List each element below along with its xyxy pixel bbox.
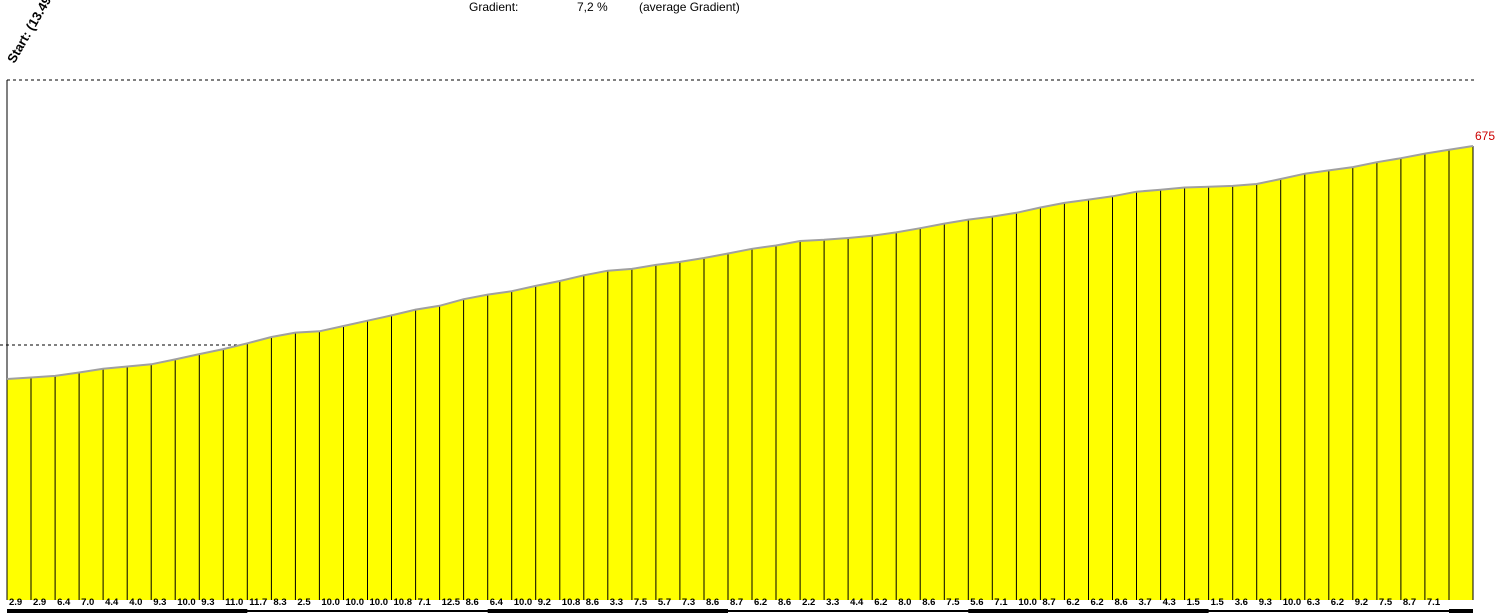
segment-gradient-label: 8.6 (922, 597, 935, 608)
segment-gradient-label: 10.0 (1283, 597, 1302, 608)
distance-bar-block (1449, 609, 1473, 613)
segment-gradient-label: 6.2 (754, 597, 767, 608)
segment-gradient-label: 6.2 (1331, 597, 1344, 608)
segment-gradient-label: 6.4 (57, 597, 71, 608)
segment-gradient-label: 2.5 (297, 597, 311, 608)
segment-gradient-label: 10.8 (394, 597, 413, 608)
segment-gradient-label: 7.1 (1427, 597, 1441, 608)
segment-gradient-label: 10.0 (370, 597, 389, 608)
segment-gradient-label: 9.2 (538, 597, 551, 608)
segment-gradient-label: 4.0 (129, 597, 142, 608)
segment-gradient-label: 8.0 (898, 597, 911, 608)
segment-gradient-label: 4.4 (105, 597, 119, 608)
segment-gradient-label: 2.2 (802, 597, 815, 608)
segment-gradient-label: 9.3 (1259, 597, 1272, 608)
segment-gradient-label: 6.2 (874, 597, 887, 608)
segment-gradient-label: 8.6 (1115, 597, 1128, 608)
segment-gradient-label: 7.1 (994, 597, 1008, 608)
segment-gradient-label: 2.9 (9, 597, 22, 608)
segment-gradient-label: 8.6 (706, 597, 719, 608)
segment-gradient-label: 8.7 (1403, 597, 1416, 608)
distance-bar-block (487, 609, 728, 613)
segment-gradient-label: 8.3 (273, 597, 286, 608)
segment-gradient-label: 8.7 (1042, 597, 1055, 608)
segment-gradient-label: 9.2 (1355, 597, 1368, 608)
segment-gradient-label: 3.3 (826, 597, 839, 608)
segment-gradient-label: 7.5 (946, 597, 960, 608)
segment-gradient-label: 8.6 (466, 597, 479, 608)
segment-gradient-label: 2.9 (33, 597, 46, 608)
segment-gradient-label: 8.6 (778, 597, 791, 608)
segment-gradient-label: 5.7 (658, 597, 671, 608)
segment-gradient-label: 11.7 (249, 597, 267, 608)
segment-gradient-label: 1.5 (1187, 597, 1201, 608)
segment-gradient-label: 10.0 (321, 597, 340, 608)
segment-gradient-label: 10.0 (1018, 597, 1037, 608)
segment-gradient-label: 7.0 (81, 597, 94, 608)
segment-gradient-label: 3.7 (1139, 597, 1152, 608)
elevation-profile-chart: 2.9 2.9 6.4 7.0 4.4 4.0 9.3 10.0 9.3 11.0 11.7 8.3 2… (0, 79, 1495, 613)
segment-gradient-label: 7.5 (1379, 597, 1393, 608)
elevation-area (7, 146, 1473, 600)
distance-bar-block (7, 609, 248, 613)
segment-gradient-label: 6.2 (1066, 597, 1079, 608)
segment-gradient-label: 7.1 (418, 597, 432, 608)
segment-gradient-label: 4.3 (1163, 597, 1176, 608)
segment-gradient-label: 7.3 (682, 597, 695, 608)
segment-gradient-label: 3.3 (610, 597, 623, 608)
segment-gradient-label: 10.8 (562, 597, 581, 608)
segment-gradient-label: 4.4 (850, 597, 864, 608)
end-elevation-label: 675 (1475, 129, 1495, 143)
segment-gradient-label: 1.5 (1211, 597, 1225, 608)
segment-gradient-label: 12.5 (442, 597, 461, 608)
segment-gradient-label: 6.4 (490, 597, 504, 608)
segment-gradient-label: 6.2 (1091, 597, 1104, 608)
segment-gradient-label: 10.0 (177, 597, 196, 608)
segment-gradient-label: 8.6 (586, 597, 599, 608)
segment-gradient-label: 3.6 (1235, 597, 1248, 608)
distance-bar-block (968, 609, 1209, 613)
segment-gradient-label: 9.3 (201, 597, 214, 608)
segment-gradient-label: 5.6 (970, 597, 983, 608)
segment-gradient-label: 9.3 (153, 597, 166, 608)
segment-gradient-label: 8.7 (730, 597, 743, 608)
segment-gradient-label: 11.0 (225, 597, 243, 608)
segment-gradient-label: 10.0 (514, 597, 533, 608)
segment-gradient-label: 6.3 (1307, 597, 1320, 608)
segment-gradient-label: 7.5 (634, 597, 648, 608)
segment-gradient-label: 10.0 (346, 597, 365, 608)
